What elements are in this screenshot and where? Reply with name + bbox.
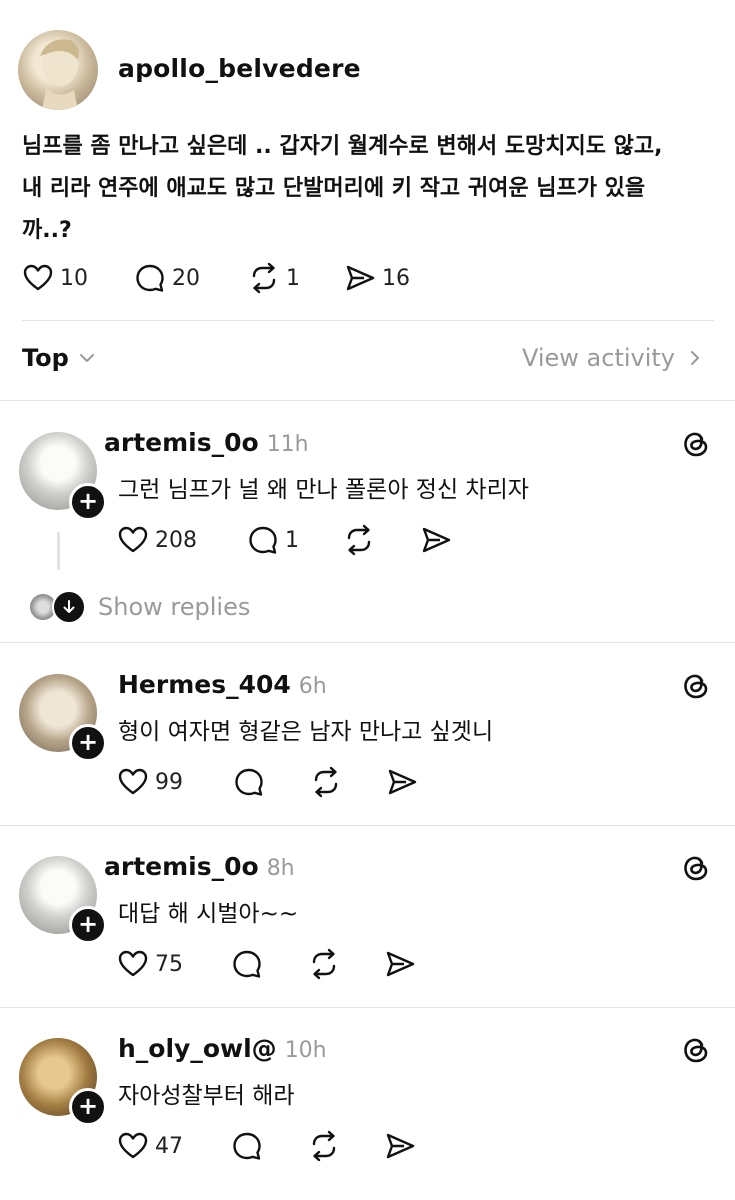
repost-icon bbox=[347, 524, 371, 556]
like-count: 99 bbox=[155, 769, 183, 795]
repost-icon bbox=[314, 766, 338, 798]
reply-time: 6h bbox=[298, 674, 327, 699]
reply-author[interactable]: artemis_0o 8h bbox=[104, 852, 295, 881]
like-button[interactable]: 99 bbox=[117, 766, 183, 798]
share-icon bbox=[346, 265, 375, 291]
divider bbox=[0, 400, 735, 401]
repost-button[interactable] bbox=[343, 524, 375, 556]
reply-username[interactable]: artemis_0o bbox=[104, 428, 259, 457]
comment-icon bbox=[233, 1132, 261, 1160]
avatar[interactable] bbox=[18, 30, 98, 110]
sort-dropdown[interactable]: Top bbox=[22, 344, 97, 372]
share-button[interactable] bbox=[384, 1130, 416, 1162]
share-button[interactable] bbox=[420, 524, 452, 556]
heart-icon bbox=[118, 950, 148, 977]
view-activity-label: View activity bbox=[521, 344, 675, 372]
like-button[interactable]: 208 bbox=[117, 524, 197, 556]
follow-plus-button[interactable]: + bbox=[69, 724, 107, 762]
like-count: 47 bbox=[155, 1133, 183, 1159]
arrow-down-icon bbox=[52, 590, 86, 624]
share-button[interactable] bbox=[384, 948, 416, 980]
follow-plus-button[interactable]: + bbox=[69, 906, 107, 944]
divider bbox=[0, 825, 735, 826]
like-button[interactable]: 10 bbox=[22, 262, 88, 294]
like-count: 208 bbox=[155, 527, 197, 553]
post-text-line: 내 리라 연주에 애교도 많고 단발머리에 키 작고 귀여운 님프가 있을 bbox=[22, 176, 646, 201]
threads-icon[interactable] bbox=[680, 670, 712, 702]
repost-icon bbox=[312, 1130, 336, 1162]
post-text-line: 님프를 좀 만나고 싶은데 .. 갑자기 월계수로 변해서 도망치지도 않고, bbox=[22, 134, 663, 159]
reply-time: 11h bbox=[266, 432, 309, 457]
comment-icon bbox=[235, 768, 263, 796]
comment-icon bbox=[249, 526, 277, 554]
repost-button[interactable] bbox=[308, 948, 340, 980]
like-button[interactable]: 75 bbox=[117, 948, 183, 980]
reply-text: 자아성찰부터 해라 bbox=[118, 1083, 295, 1109]
repost-icon bbox=[312, 948, 336, 980]
like-count: 10 bbox=[60, 265, 88, 291]
reply-author[interactable]: artemis_0o 11h bbox=[104, 428, 309, 457]
sort-label: Top bbox=[22, 344, 69, 372]
comment-count: 1 bbox=[285, 527, 299, 553]
like-button[interactable]: 47 bbox=[117, 1130, 183, 1162]
reply-text: 그런 님프가 널 왜 만나 폴론아 정신 차리자 bbox=[118, 477, 529, 503]
threads-icon[interactable] bbox=[680, 852, 712, 884]
repost-button[interactable] bbox=[310, 766, 342, 798]
heart-icon bbox=[118, 768, 148, 795]
chevron-right-icon bbox=[691, 351, 699, 365]
divider bbox=[22, 320, 714, 321]
repost-icon bbox=[252, 262, 276, 294]
heart-icon bbox=[23, 264, 53, 291]
post-author[interactable]: apollo_belvedere bbox=[118, 54, 361, 83]
reply-author[interactable]: Hermes_404 6h bbox=[118, 670, 327, 699]
reply-username[interactable]: Hermes_404 bbox=[118, 670, 291, 699]
like-count: 75 bbox=[155, 951, 183, 977]
share-icon bbox=[388, 769, 417, 795]
post-body: 님프를 좀 만나고 싶은데 .. 갑자기 월계수로 변해서 도망치지도 않고, … bbox=[22, 126, 722, 252]
comment-count: 20 bbox=[172, 265, 200, 291]
share-button[interactable]: 16 bbox=[344, 262, 410, 294]
plus-icon: + bbox=[77, 487, 99, 515]
share-count: 16 bbox=[382, 265, 410, 291]
comment-icon bbox=[136, 264, 164, 292]
repost-count: 1 bbox=[286, 265, 300, 291]
repost-button[interactable]: 1 bbox=[248, 262, 300, 294]
comment-icon bbox=[233, 950, 261, 978]
reply-time: 10h bbox=[284, 1038, 327, 1063]
heart-icon bbox=[118, 526, 148, 553]
plus-icon: + bbox=[77, 910, 99, 938]
heart-icon bbox=[118, 1132, 148, 1159]
comment-button[interactable] bbox=[231, 1130, 263, 1162]
share-button[interactable] bbox=[386, 766, 418, 798]
share-icon bbox=[422, 527, 451, 553]
divider bbox=[0, 642, 735, 643]
reply-text: 대답 해 시벌아~~ bbox=[118, 901, 299, 927]
thread-line bbox=[57, 532, 60, 570]
share-icon bbox=[386, 1133, 415, 1159]
reply-text: 형이 여자면 형같은 남자 만나고 싶겟니 bbox=[118, 719, 494, 745]
view-activity-link[interactable]: View activity bbox=[522, 344, 705, 372]
threads-icon[interactable] bbox=[680, 1034, 712, 1066]
comment-button[interactable]: 20 bbox=[134, 262, 200, 294]
share-icon bbox=[386, 951, 415, 977]
post-text-line: 까..? bbox=[22, 218, 72, 243]
threads-icon[interactable] bbox=[680, 428, 712, 460]
divider bbox=[0, 1007, 735, 1008]
reply-time: 8h bbox=[266, 856, 295, 881]
chevron-down-icon bbox=[79, 354, 94, 362]
follow-plus-button[interactable]: + bbox=[69, 1088, 107, 1126]
comment-button[interactable]: 1 bbox=[247, 524, 299, 556]
plus-icon: + bbox=[77, 728, 99, 756]
reply-username[interactable]: artemis_0o bbox=[104, 852, 259, 881]
comment-button[interactable] bbox=[231, 948, 263, 980]
comment-button[interactable] bbox=[233, 766, 265, 798]
reply-username[interactable]: h_oly_owl@ bbox=[118, 1034, 277, 1063]
reply-author[interactable]: h_oly_owl@ 10h bbox=[118, 1034, 327, 1063]
repost-button[interactable] bbox=[308, 1130, 340, 1162]
follow-plus-button[interactable]: + bbox=[69, 483, 107, 521]
show-replies-label: Show replies bbox=[98, 593, 251, 621]
show-replies-button[interactable]: Show replies bbox=[30, 590, 250, 624]
plus-icon: + bbox=[77, 1092, 99, 1120]
